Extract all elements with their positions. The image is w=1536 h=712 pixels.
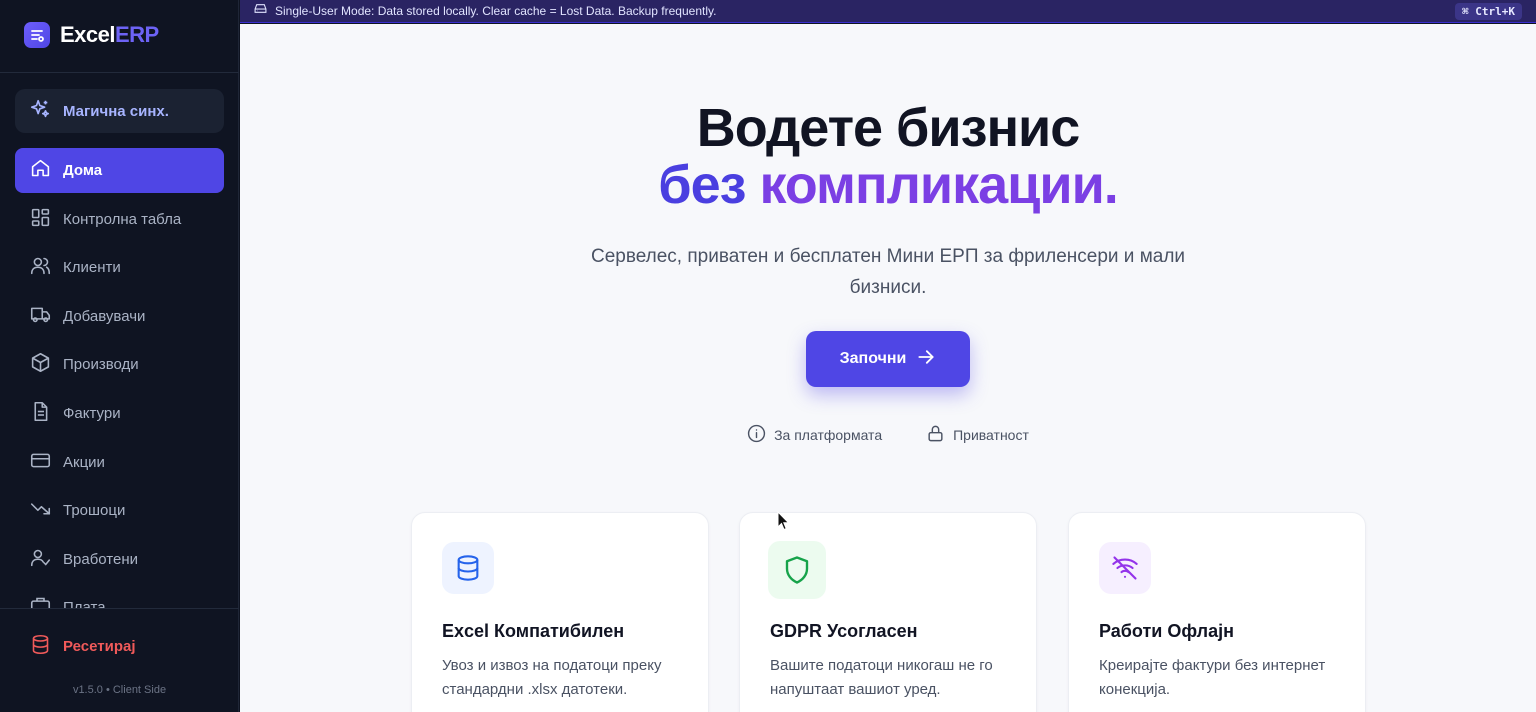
sidebar-item-label: Плата xyxy=(63,599,106,608)
about-platform-link[interactable]: За платформата xyxy=(747,424,882,446)
sidebar-item-expenses[interactable]: Трошоци xyxy=(15,488,224,533)
version-label: v1.5.0 • Client Side xyxy=(72,684,167,696)
sidebar-item-invoices[interactable]: Фактури xyxy=(15,391,224,436)
sidebar-item-label: Добавувачи xyxy=(63,307,146,325)
wifi-off-icon xyxy=(1099,542,1151,594)
sidebar-item-label: Контролна табла xyxy=(63,210,182,228)
single-user-banner: Single-User Mode: Data stored locally. C… xyxy=(240,0,1536,23)
get-started-button[interactable]: Започни xyxy=(806,331,970,387)
users-icon xyxy=(30,255,51,280)
user-check-icon xyxy=(30,547,51,572)
card-description: Креирајте фактури без интернет конекција… xyxy=(1099,657,1326,698)
hero-title: Водете бизнис xyxy=(696,98,1081,158)
banner-text: Single-User Mode: Data stored locally. C… xyxy=(275,4,717,18)
sidebar-item-home[interactable]: Дома xyxy=(15,148,224,193)
database-icon xyxy=(30,634,51,659)
logo-icon xyxy=(24,22,50,48)
hero-links: За платформата Приватност xyxy=(240,424,1536,446)
sidebar-item-label: Дома xyxy=(63,162,103,179)
hero-word: компликации. xyxy=(759,155,1118,215)
hero-subtitle: Сервелес, приватен и бесплатен Мини ЕРП … xyxy=(590,246,1186,298)
magic-sync-label: Магична синх. xyxy=(63,102,169,120)
card-description: Вашите податоци никогаш не го напуштаат … xyxy=(770,657,993,698)
card-description: Увоз и извоз на податоци преку стандардн… xyxy=(442,657,662,698)
sidebar-nav: Дома Контролна табла Клиенти Добавувачи … xyxy=(15,148,224,608)
info-icon xyxy=(747,424,766,446)
sidebar-item-employees[interactable]: Вработени xyxy=(15,537,224,582)
sidebar-item-label: Акции xyxy=(63,453,105,471)
box-icon xyxy=(30,352,51,377)
sidebar-item-dashboard[interactable]: Контролна табла xyxy=(15,197,224,242)
hero-title-gradient: без компликации. xyxy=(240,155,1536,215)
card-title: Excel Компатибилен xyxy=(442,621,625,641)
sidebar-item-salary[interactable]: Плата xyxy=(15,585,224,608)
privacy-link[interactable]: Приватност xyxy=(926,424,1029,446)
sparkles-icon xyxy=(29,98,51,125)
sidebar-item-label: Клиенти xyxy=(63,259,121,277)
command-palette-shortcut[interactable]: ⌘ Ctrl+K xyxy=(1455,3,1522,20)
shield-icon xyxy=(768,541,826,599)
mouse-cursor-icon xyxy=(777,510,791,536)
trending-down-icon xyxy=(30,498,51,523)
dashboard-icon xyxy=(30,207,51,232)
cta-label: Започни xyxy=(839,350,907,367)
briefcase-icon xyxy=(30,595,51,608)
reset-label: Ресетирај xyxy=(63,637,136,655)
sidebar-item-suppliers[interactable]: Добавувачи xyxy=(15,294,224,339)
sidebar-item-products[interactable]: Производи xyxy=(15,342,224,387)
sidebar-item-label: Фактури xyxy=(63,404,121,422)
feature-card-offline: Работи Офлајн Креирајте фактури без инте… xyxy=(1068,512,1366,712)
database-icon xyxy=(442,542,494,594)
sidebar: ExcelERP Магична синх. Дома Контролна та… xyxy=(0,0,239,712)
card-title: GDPR Усогласен xyxy=(770,621,918,641)
file-text-icon xyxy=(30,401,51,426)
magic-sync-button[interactable]: Магична синх. xyxy=(15,89,224,133)
sidebar-item-clients[interactable]: Клиенти xyxy=(15,245,224,290)
sidebar-item-label: Производи xyxy=(63,356,139,374)
reset-button[interactable]: Ресетирај xyxy=(15,624,224,668)
sidebar-item-label: Трошоци xyxy=(63,502,126,520)
divider xyxy=(0,72,239,73)
hard-drive-icon xyxy=(254,2,267,20)
about-label: За платформата xyxy=(774,427,883,443)
card-title: Работи Офлајн xyxy=(1099,621,1234,641)
sidebar-item-promotions[interactable]: Акции xyxy=(15,440,224,485)
arrow-right-icon xyxy=(916,347,936,372)
sidebar-item-label: Вработени xyxy=(63,550,138,568)
feature-card-gdpr: GDPR Усогласен Вашите податоци никогаш н… xyxy=(739,512,1037,712)
brand-name: ExcelERP xyxy=(60,22,159,47)
divider xyxy=(0,608,239,609)
main-content: Водете бизнис без компликации. Сервелес,… xyxy=(240,24,1536,712)
lock-icon xyxy=(926,424,945,446)
hero-word: без xyxy=(658,155,746,215)
home-icon xyxy=(30,158,51,183)
credit-card-icon xyxy=(30,450,51,475)
truck-icon xyxy=(30,304,51,329)
feature-card-excel: Excel Компатибилен Увоз и извоз на подат… xyxy=(411,512,709,712)
privacy-label: Приватност xyxy=(953,427,1029,443)
brand-logo[interactable]: ExcelERP xyxy=(24,22,159,48)
